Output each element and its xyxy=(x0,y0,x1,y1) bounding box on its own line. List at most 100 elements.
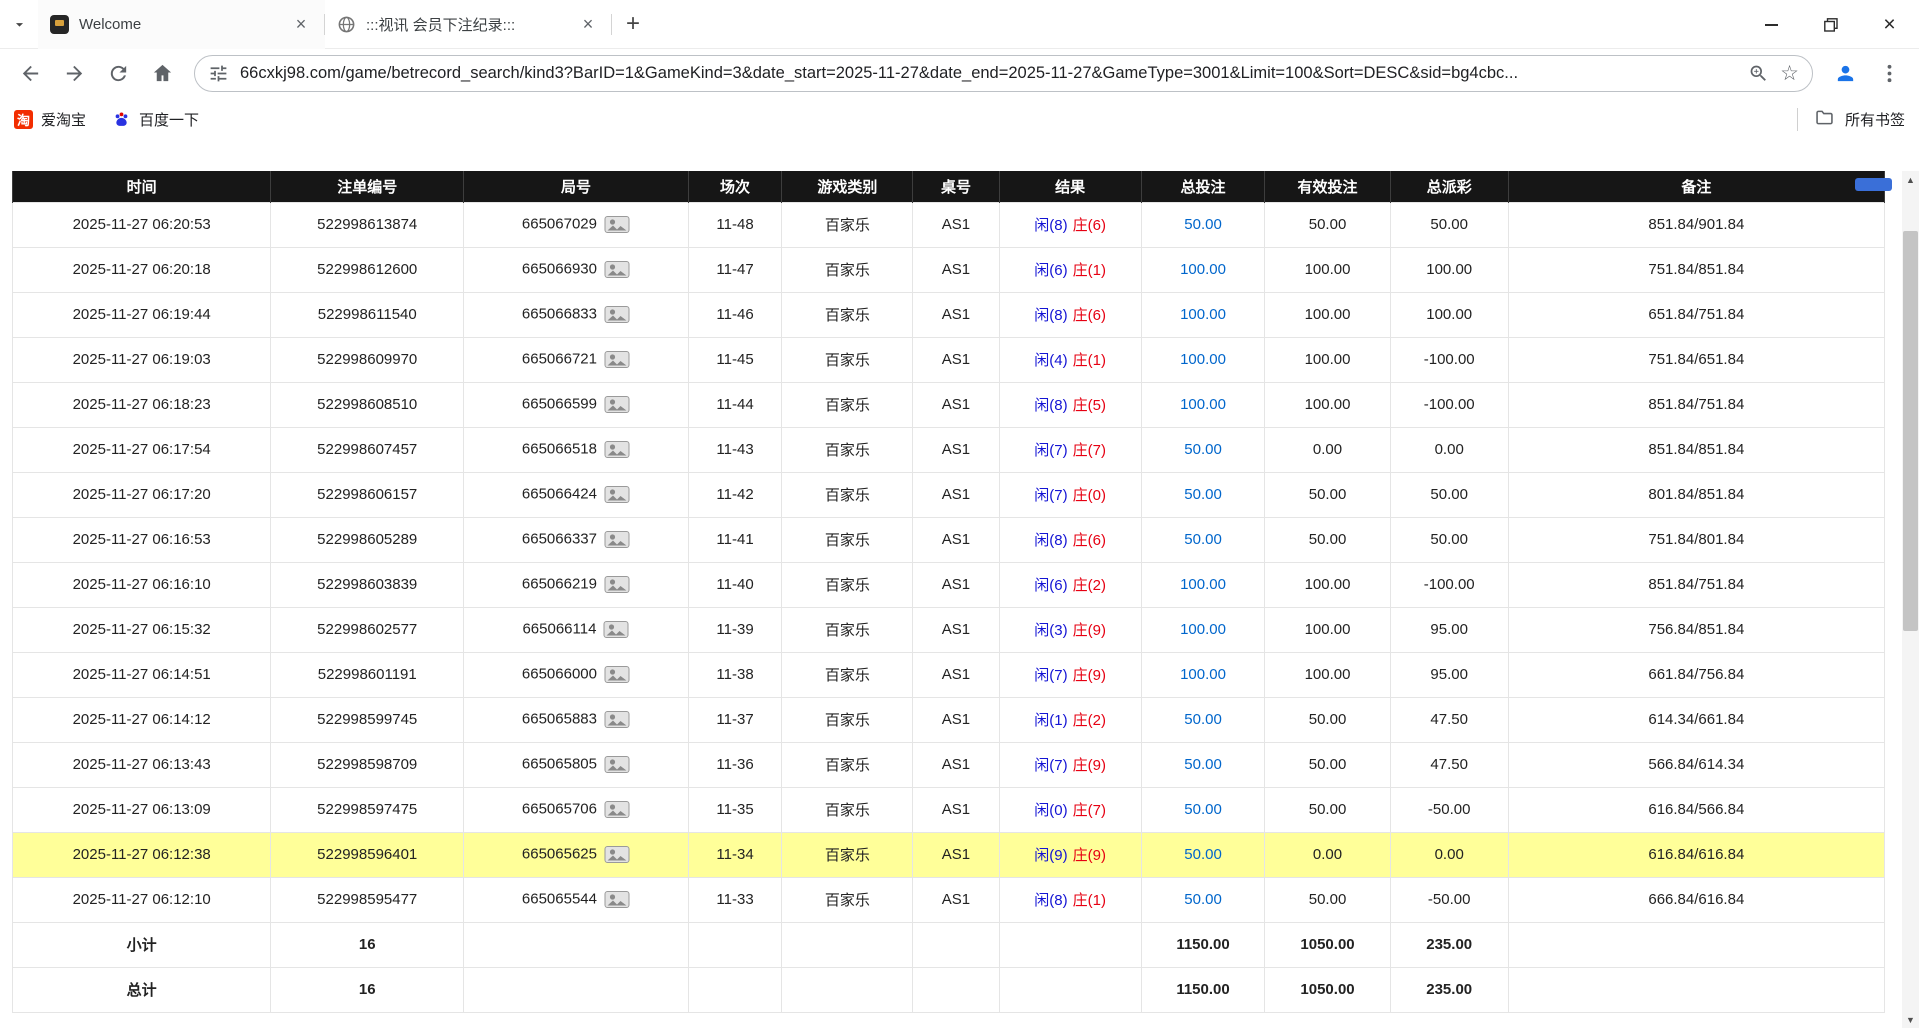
footer-empty xyxy=(688,922,782,967)
vertical-scrollbar[interactable]: ▲ ▼ xyxy=(1902,171,1919,1028)
table-row[interactable]: 2025-11-27 06:20:53 522998613874 6650670… xyxy=(13,202,1885,247)
home-button[interactable] xyxy=(142,54,182,94)
profile-button[interactable] xyxy=(1825,54,1865,94)
table-row[interactable]: 2025-11-27 06:19:44 522998611540 6650668… xyxy=(13,292,1885,337)
round-replay-button[interactable] xyxy=(604,440,630,459)
close-button[interactable]: × xyxy=(1860,0,1919,49)
back-button[interactable] xyxy=(10,54,50,94)
cell-total-bet: 50.00 xyxy=(1141,427,1265,472)
minimize-button[interactable] xyxy=(1742,0,1801,49)
total-bet-link[interactable]: 50.00 xyxy=(1184,711,1222,728)
round-replay-button[interactable] xyxy=(604,260,630,279)
tab-close-icon[interactable]: × xyxy=(289,12,313,36)
footer-count: 16 xyxy=(271,922,464,967)
table-row[interactable]: 2025-11-27 06:16:10 522998603839 6650662… xyxy=(13,562,1885,607)
table-row[interactable]: 2025-11-27 06:19:03 522998609970 6650667… xyxy=(13,337,1885,382)
round-replay-button[interactable] xyxy=(604,215,630,234)
camera-icon xyxy=(604,845,630,864)
cell-valid-bet: 50.00 xyxy=(1265,202,1390,247)
address-bar[interactable]: 66cxkj98.com/game/betrecord_search/kind3… xyxy=(194,55,1813,92)
scroll-down-icon[interactable]: ▼ xyxy=(1902,1011,1919,1028)
table-row[interactable]: 2025-11-27 06:13:09 522998597475 6650657… xyxy=(13,787,1885,832)
partially-scrolled-button[interactable] xyxy=(1855,178,1892,191)
table-row[interactable]: 2025-11-27 06:14:51 522998601191 6650660… xyxy=(13,652,1885,697)
table-row[interactable]: 2025-11-27 06:17:20 522998606157 6650664… xyxy=(13,472,1885,517)
url-text[interactable]: 66cxkj98.com/game/betrecord_search/kind3… xyxy=(240,64,1737,83)
menu-button[interactable] xyxy=(1869,54,1909,94)
cell-result: 闲(7)庄(0) xyxy=(999,472,1141,517)
refresh-button[interactable] xyxy=(98,54,138,94)
scrollbar-thumb[interactable] xyxy=(1903,231,1918,631)
round-replay-button[interactable] xyxy=(604,395,630,414)
cell-payout: 100.00 xyxy=(1390,247,1508,292)
round-replay-button[interactable] xyxy=(604,485,630,504)
round-replay-button[interactable] xyxy=(604,755,630,774)
round-replay-button[interactable] xyxy=(604,800,630,819)
cell-result: 闲(8)庄(5) xyxy=(999,382,1141,427)
total-bet-link[interactable]: 50.00 xyxy=(1184,216,1222,233)
round-replay-button[interactable] xyxy=(604,665,630,684)
cell-bet-id: 522998601191 xyxy=(271,652,464,697)
total-bet-link[interactable]: 50.00 xyxy=(1184,756,1222,773)
new-tab-button[interactable]: + xyxy=(612,3,654,45)
total-bet-link[interactable]: 50.00 xyxy=(1184,486,1222,503)
total-bet-link[interactable]: 100.00 xyxy=(1180,621,1226,638)
cell-table-no: AS1 xyxy=(913,292,999,337)
table-row[interactable]: 2025-11-27 06:13:43 522998598709 6650658… xyxy=(13,742,1885,787)
round-replay-button[interactable] xyxy=(604,530,630,549)
cell-remark: 661.84/756.84 xyxy=(1508,652,1884,697)
table-row[interactable]: 2025-11-27 06:20:18 522998612600 6650669… xyxy=(13,247,1885,292)
footer-total-bet: 1150.00 xyxy=(1141,922,1265,967)
player-result: 闲(4) xyxy=(1034,352,1067,369)
total-bet-link[interactable]: 50.00 xyxy=(1184,891,1222,908)
cell-remark: 566.84/614.34 xyxy=(1508,742,1884,787)
bookmark-star-icon[interactable]: ☆ xyxy=(1780,61,1799,86)
restore-button[interactable] xyxy=(1801,0,1860,49)
table-row[interactable]: 2025-11-27 06:12:10 522998595477 6650655… xyxy=(13,877,1885,922)
tab-welcome[interactable]: Welcome × xyxy=(38,0,325,49)
total-bet-link[interactable]: 100.00 xyxy=(1180,351,1226,368)
table-row[interactable]: 2025-11-27 06:16:53 522998605289 6650663… xyxy=(13,517,1885,562)
round-replay-button[interactable] xyxy=(603,620,629,639)
cell-session: 11-34 xyxy=(688,832,782,877)
total-bet-link[interactable]: 100.00 xyxy=(1180,261,1226,278)
tab-search-chevron[interactable] xyxy=(0,0,38,49)
round-replay-button[interactable] xyxy=(604,305,630,324)
all-bookmarks-button[interactable]: 所有书签 xyxy=(1845,109,1905,130)
tab-betrecord[interactable]: :::视讯 会员下注纪录::: × xyxy=(325,0,612,49)
tab-close-icon[interactable]: × xyxy=(576,12,600,36)
table-row[interactable]: 2025-11-27 06:15:32 522998602577 6650661… xyxy=(13,607,1885,652)
banker-result: 庄(7) xyxy=(1073,802,1106,819)
table-row[interactable]: 2025-11-27 06:17:54 522998607457 6650665… xyxy=(13,427,1885,472)
column-header: 总投注 xyxy=(1141,171,1265,202)
footer-valid-bet: 1050.00 xyxy=(1265,967,1390,1012)
total-bet-link[interactable]: 100.00 xyxy=(1180,576,1226,593)
cell-game-type: 百家乐 xyxy=(782,382,913,427)
bookmark-taobao[interactable]: 淘 爱淘宝 xyxy=(14,109,86,130)
total-bet-link[interactable]: 100.00 xyxy=(1180,666,1226,683)
total-bet-link[interactable]: 100.00 xyxy=(1180,306,1226,323)
total-bet-link[interactable]: 50.00 xyxy=(1184,531,1222,548)
scroll-up-icon[interactable]: ▲ xyxy=(1902,171,1919,188)
table-row[interactable]: 2025-11-27 06:18:23 522998608510 6650665… xyxy=(13,382,1885,427)
round-replay-button[interactable] xyxy=(604,575,630,594)
round-replay-button[interactable] xyxy=(604,710,630,729)
table-row[interactable]: 2025-11-27 06:12:38 522998596401 6650656… xyxy=(13,832,1885,877)
total-bet-link[interactable]: 50.00 xyxy=(1184,441,1222,458)
player-result: 闲(6) xyxy=(1034,577,1067,594)
total-bet-link[interactable]: 50.00 xyxy=(1184,801,1222,818)
forward-button[interactable] xyxy=(54,54,94,94)
round-replay-button[interactable] xyxy=(604,890,630,909)
total-bet-link[interactable]: 50.00 xyxy=(1184,846,1222,863)
bookmark-baidu[interactable]: 百度一下 xyxy=(112,109,199,130)
table-row[interactable]: 2025-11-27 06:14:12 522998599745 6650658… xyxy=(13,697,1885,742)
zoom-icon[interactable] xyxy=(1748,63,1769,84)
cell-round-no: 665066518 xyxy=(464,427,689,472)
total-bet-link[interactable]: 100.00 xyxy=(1180,396,1226,413)
round-replay-button[interactable] xyxy=(604,350,630,369)
cell-remark: 851.84/751.84 xyxy=(1508,382,1884,427)
banker-result: 庄(9) xyxy=(1073,757,1106,774)
round-replay-button[interactable] xyxy=(604,845,630,864)
cell-total-bet: 50.00 xyxy=(1141,787,1265,832)
footer-empty xyxy=(999,967,1141,1012)
